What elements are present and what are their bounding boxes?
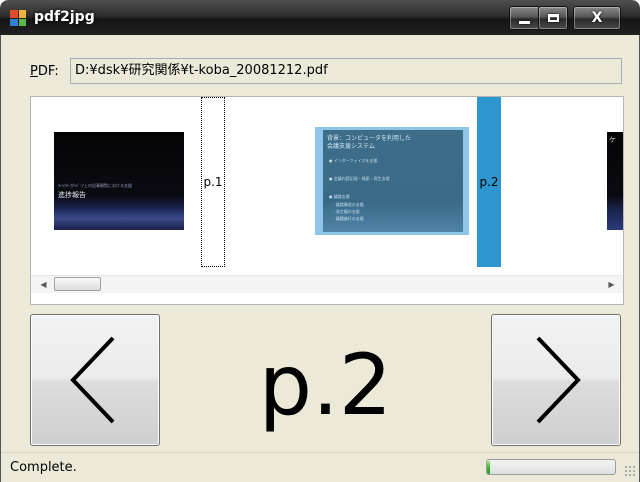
thumbnail-2-bullet: - 議論構造の支援 [329,202,364,207]
close-icon: X [591,10,603,26]
pdf-path-field[interactable]: D:¥dsk¥研究関係¥t-koba_20081212.pdf [70,58,622,84]
current-page-indicator: p.2 [258,336,393,434]
scrollbar-thumb[interactable] [54,277,101,291]
app-icon[interactable] [10,10,26,26]
status-text: Complete. [10,460,77,475]
progress-bar [486,459,616,475]
thumbnail-2-bullet: ● 会議内容記録・検索・再生支援 [329,176,390,181]
chevron-right-icon [536,336,581,424]
previous-page-button[interactable] [30,314,160,446]
page-thumbnail-2-selected[interactable]: 背景：コンピュータを利用した 会議支援システム ● インターフェイスを支援 ● … [315,127,469,235]
thumbnail-2-bullet: - 発言権の支援 [329,209,360,214]
next-page-button[interactable] [491,314,621,446]
page-label-p2-selected[interactable]: p.2 [477,97,501,267]
status-bar: Complete. [0,452,640,482]
chevron-left-icon [70,336,115,424]
pdf-label: PDF: [30,64,59,79]
maximize-icon [547,14,559,22]
pdf-label-mnemonic: P [30,64,38,79]
thumbnail-1-subtitle: ｷｬﾗｸﾀｰがﾒﾃﾞｨｱ上の記事観覧における支援 [58,183,132,188]
thumbnail-strip[interactable]: ｷｬﾗｸﾀｰがﾒﾃﾞｨｱ上の記事観覧における支援 進捗報告 p.1 背景：コンピ… [30,96,624,305]
page-thumbnail-3-partial[interactable]: ケ [607,132,623,230]
title-bar[interactable]: pdf2jpg X [0,0,640,35]
maximize-button[interactable] [538,6,568,30]
scroll-right-icon[interactable]: ▶ [603,276,620,293]
thumbnail-2-bullet: - 議題進行の支援 [329,216,364,221]
horizontal-scrollbar[interactable]: ◀ ▶ [31,275,623,293]
thumbnail-2-slide: 背景：コンピュータを利用した 会議支援システム ● インターフェイスを支援 ● … [323,130,463,232]
thumbnail-2-bullet: ● インターフェイスを支援 [329,158,378,163]
resize-grip-icon[interactable] [624,465,636,477]
pdf-label-text: DF: [37,64,59,79]
close-button[interactable]: X [573,6,621,30]
page-label-p1[interactable]: p.1 [201,97,225,267]
window-title: pdf2jpg [34,9,95,25]
thumbnail-3-text: ケ [609,136,616,144]
scroll-left-icon[interactable]: ◀ [35,276,52,293]
thumbnail-2-bullet: ● 議論支援 [329,194,350,199]
minimize-icon [519,20,530,24]
app-window: pdf2jpg X PDF: D:¥dsk¥研究関係¥t-koba_200812… [0,0,640,482]
page-thumbnail-1[interactable]: ｷｬﾗｸﾀｰがﾒﾃﾞｨｱ上の記事観覧における支援 進捗報告 [54,132,184,230]
progress-fill [487,460,490,474]
thumbnail-1-title: 進捗報告 [58,191,86,199]
thumbnail-2-title-line2: 会議支援システム [327,143,375,150]
minimize-button[interactable] [509,6,540,30]
